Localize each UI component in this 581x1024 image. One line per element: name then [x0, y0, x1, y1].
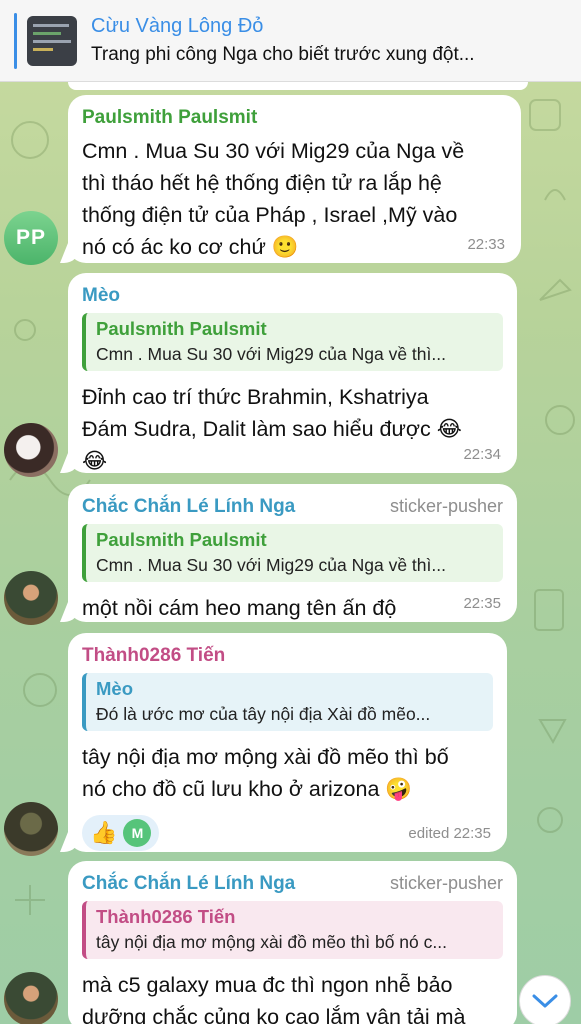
chevron-down-icon — [532, 994, 558, 1008]
pinned-message-bar[interactable]: Cừu Vàng Lông Đỏ Trang phi công Nga cho … — [0, 0, 581, 82]
message-bubble[interactable]: Chắc Chắn Lé Lính Nga sticker-pusher Pau… — [68, 484, 517, 622]
sender-name[interactable]: Mèo — [82, 285, 120, 307]
sender-tag: sticker-pusher — [389, 873, 503, 893]
avatar[interactable] — [4, 571, 58, 625]
reply-quote[interactable]: Paulsmith Paulsmit Cmn . Mua Su 30 với M… — [82, 524, 503, 582]
quote-sender: Thành0286 Tiến — [96, 906, 236, 927]
pinned-title: Cừu Vàng Lông Đỏ — [91, 15, 264, 37]
reply-quote[interactable]: Mèo Đó là ước mơ của tây nội địa Xài đồ … — [82, 673, 493, 731]
quote-sender: Paulsmith Paulsmit — [96, 529, 267, 550]
avatar[interactable] — [4, 802, 58, 856]
avatar[interactable] — [4, 972, 58, 1024]
message-text: Đỉnh cao trí thức Brahmin, Kshatriya Đám… — [82, 385, 462, 473]
sender-name[interactable]: Paulsmith Paulsmit — [82, 107, 257, 129]
pinned-indicator — [14, 12, 17, 69]
quote-text: Cmn . Mua Su 30 với Mig29 của Nga về thì… — [96, 344, 446, 364]
sender-name[interactable]: Chắc Chắn Lé Lính Nga — [82, 496, 295, 518]
reactor-avatar: M — [123, 819, 152, 847]
avatar[interactable]: PP — [4, 211, 58, 265]
thumbs-up-icon: 👍 — [90, 820, 118, 845]
avatar-initials: PP — [15, 226, 46, 249]
pinned-text: Trang phi công Nga cho biết trước xung đ… — [91, 44, 475, 65]
message-time: edited 22:35 — [408, 825, 491, 842]
message-text: Cmn . Mua Su 30 với Mig29 của Nga về thì… — [82, 139, 465, 259]
message-time: 22:35 — [463, 595, 501, 612]
message-text: một nồi cám heo mang tên ấn độ — [82, 596, 397, 620]
sender-name[interactable]: Thành0286 Tiến — [82, 645, 225, 667]
message-bubble[interactable]: Chắc Chắn Lé Lính Nga sticker-pusher Thà… — [68, 861, 517, 1024]
quote-text: tây nội địa mơ mộng xài đồ mẽo thì bố nó… — [96, 932, 447, 952]
reply-quote[interactable]: Paulsmith Paulsmit Cmn . Mua Su 30 với M… — [82, 313, 503, 371]
message-text: mà c5 galaxy mua đc thì ngon nhễ bảo dưỡ… — [82, 973, 466, 1024]
message-bubble[interactable]: Mèo Paulsmith Paulsmit Cmn . Mua Su 30 v… — [68, 273, 517, 473]
scroll-down-button[interactable] — [519, 975, 571, 1024]
message-time: 22:34 — [463, 446, 501, 463]
message-bubble[interactable]: Paulsmith Paulsmit Cmn . Mua Su 30 với M… — [68, 95, 521, 263]
previous-message-bubble — [68, 82, 528, 90]
message-bubble[interactable]: Thành0286 Tiến Mèo Đó là ước mơ của tây … — [68, 633, 507, 852]
reply-quote[interactable]: Thành0286 Tiến tây nội địa mơ mộng xài đ… — [82, 901, 503, 959]
sender-name[interactable]: Chắc Chắn Lé Lính Nga — [82, 873, 295, 895]
message-time: 22:33 — [467, 236, 505, 253]
quote-sender: Mèo — [96, 678, 133, 699]
pinned-thumbnail — [27, 15, 77, 66]
quote-sender: Paulsmith Paulsmit — [96, 318, 267, 339]
reaction-chip[interactable]: 👍 M — [82, 815, 160, 851]
quote-text: Cmn . Mua Su 30 với Mig29 của Nga về thì… — [96, 555, 446, 575]
message-text: tây nội địa mơ mộng xài đồ mẽo thì bố nó… — [82, 745, 449, 801]
sender-tag: sticker-pusher — [389, 496, 503, 516]
quote-text: Đó là ước mơ của tây nội địa Xài đồ mẽo.… — [96, 704, 431, 724]
avatar[interactable] — [4, 423, 58, 477]
